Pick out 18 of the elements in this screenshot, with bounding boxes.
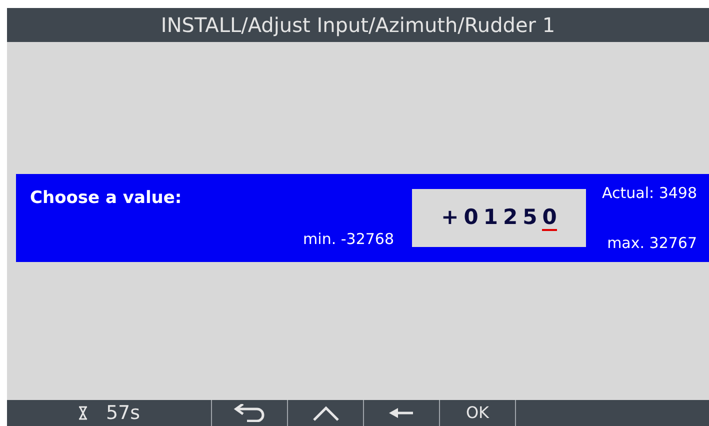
value-digit: + (441, 205, 459, 231)
return-arrow-icon (232, 404, 266, 422)
prompt-label: Choose a value: (30, 187, 182, 210)
value-field[interactable]: + 0 1 2 5 0 (412, 189, 586, 247)
value-digit: 2 (502, 205, 518, 231)
actual-value: Actual: 3498 (602, 183, 697, 204)
chevron-up-icon (312, 405, 340, 421)
ok-button[interactable]: OK (440, 400, 516, 426)
left-arrow-icon (388, 408, 414, 418)
value-digit: 1 (483, 205, 498, 231)
title-bar: INSTALL/Adjust Input/Azimuth/Rudder 1 (7, 8, 709, 42)
min-label: min. -32768 (303, 228, 394, 250)
timer-text: 57s (106, 400, 140, 426)
value-digit: 0 (542, 205, 557, 231)
value-digit: 5 (522, 205, 538, 231)
max-label: max. 32767 (607, 232, 697, 254)
hourglass-icon (78, 406, 88, 420)
value-digit: 0 (464, 205, 478, 231)
